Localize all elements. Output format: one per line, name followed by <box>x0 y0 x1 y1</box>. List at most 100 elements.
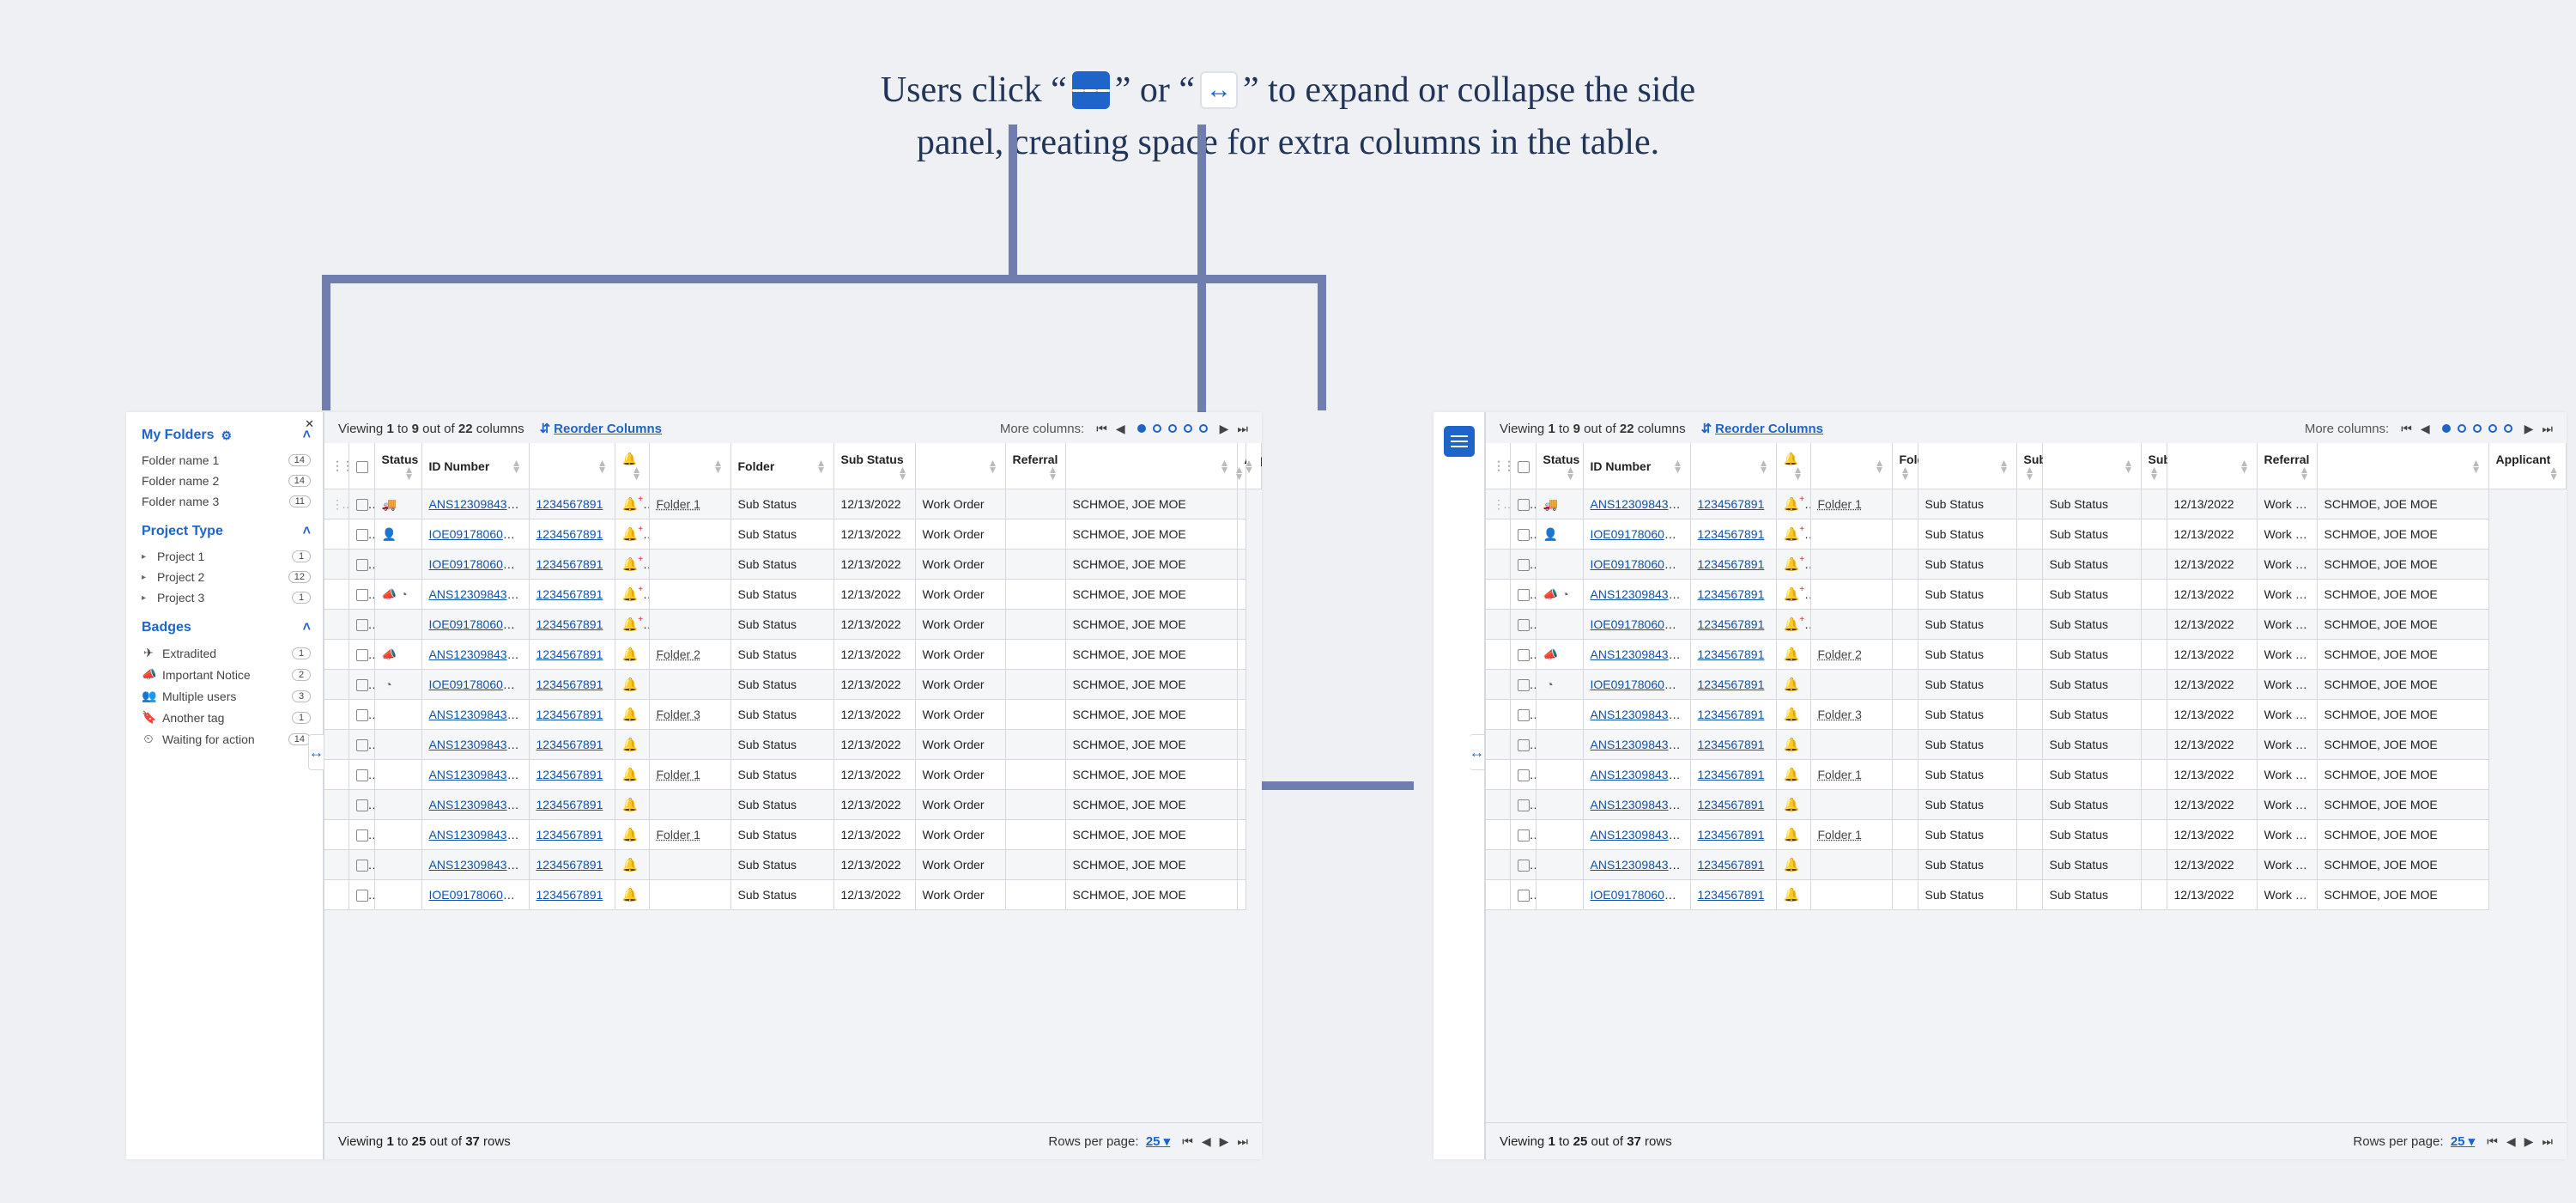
secondary-id-link[interactable]: 1234567891 <box>536 738 603 751</box>
secondary-id-link[interactable]: 1234567891 <box>536 527 603 541</box>
column-header[interactable]: Sub Status▲▼ <box>2141 443 2167 489</box>
secondary-id-link[interactable]: 1234567891 <box>1698 677 1765 691</box>
column-header[interactable]: ID Number▲▼ <box>421 443 529 489</box>
eye-icon[interactable]: 👁 <box>518 769 529 781</box>
column-header[interactable]: Referral▲▼ <box>2257 443 2317 489</box>
sort-icon[interactable]: ▲▼ <box>1244 459 1254 473</box>
select-all-checkbox[interactable] <box>1510 443 1536 489</box>
sort-icon[interactable]: ▲▼ <box>1759 459 1769 473</box>
folder-link[interactable]: Folder 3 <box>1818 708 1862 721</box>
sort-icon[interactable]: ▲▼ <box>597 459 608 473</box>
eye-icon[interactable]: 👁 <box>1680 708 1690 721</box>
id-number-link[interactable]: IOE091780605 <box>1591 527 1676 541</box>
sidebar-item[interactable]: ✈Extradited1 <box>142 642 311 664</box>
bell-icon[interactable]: 🔔 <box>622 827 639 842</box>
sidebar-item[interactable]: Folder name 311 <box>142 491 311 512</box>
row-checkbox[interactable] <box>356 829 368 841</box>
column-header[interactable]: 🔔▲▼ <box>615 443 649 489</box>
row-checkbox[interactable] <box>1518 769 1530 781</box>
id-number-link[interactable]: ANS123098432 <box>1591 587 1681 601</box>
eye-icon[interactable]: 👁 <box>518 498 529 511</box>
bell-icon[interactable]: 🔔 <box>1784 857 1800 872</box>
column-header[interactable]: Referral▲▼ <box>1005 443 1065 489</box>
secondary-id-link[interactable]: 1234567891 <box>536 617 603 631</box>
columns-pager-next[interactable]: ▶⏭ <box>2524 422 2553 436</box>
eye-icon[interactable]: 👁 <box>1680 859 1690 872</box>
id-number-link[interactable]: ANS123098432 <box>1591 738 1681 751</box>
eye-icon[interactable]: 👁 <box>1676 618 1690 631</box>
column-header[interactable]: ▲▼ <box>1246 443 1262 489</box>
column-header[interactable]: Folder▲▼ <box>730 443 833 489</box>
secondary-id-link[interactable]: 1234567891 <box>1698 858 1765 872</box>
sort-icon[interactable]: ▲▼ <box>2471 459 2482 473</box>
id-number-link[interactable]: IOE091780605 <box>429 527 515 541</box>
collapse-toggle[interactable]: ↔ <box>308 734 324 770</box>
id-number-link[interactable]: ANS123098432 <box>429 647 519 661</box>
bell-icon[interactable]: 🔔 <box>1784 767 1800 782</box>
row-checkbox[interactable] <box>1518 799 1530 811</box>
eye-icon[interactable]: 👁 <box>1680 738 1690 751</box>
row-checkbox[interactable] <box>356 559 368 571</box>
bell-header-icon[interactable]: 🔔 <box>1784 452 1798 465</box>
id-number-link[interactable]: IOE091780605 <box>429 888 515 902</box>
eye-icon[interactable]: 👁 <box>1676 678 1690 691</box>
secondary-id-link[interactable]: 1234567891 <box>536 828 603 841</box>
bell-icon[interactable]: 🔔+ <box>1784 617 1805 632</box>
eye-icon[interactable]: 👁 <box>518 829 529 841</box>
sidebar-item[interactable]: ▸Project 11 <box>142 546 311 567</box>
columns-pager[interactable]: ⏮◀ <box>1096 422 1124 436</box>
id-number-link[interactable]: ANS123098432 <box>1591 798 1681 811</box>
column-header[interactable]: ▲▼ <box>2317 443 2488 489</box>
sort-icon[interactable]: ▲▼ <box>1900 466 1911 480</box>
row-checkbox[interactable] <box>1518 860 1530 872</box>
columns-pager[interactable]: ⏮◀ <box>2401 422 2429 436</box>
sort-icon[interactable]: ▲▼ <box>1673 459 1683 473</box>
sidebar-item[interactable]: 📣Important Notice2 <box>142 664 311 685</box>
row-checkbox[interactable] <box>356 649 368 661</box>
chevron-up-icon[interactable]: ˄ <box>303 524 311 539</box>
secondary-id-link[interactable]: 1234567891 <box>536 647 603 661</box>
row-checkbox[interactable] <box>356 589 368 601</box>
eye-icon[interactable]: 👁 <box>515 678 529 691</box>
id-number-link[interactable]: ANS123098432 <box>1591 647 1681 661</box>
folder-link[interactable]: Folder 1 <box>657 768 700 781</box>
secondary-id-link[interactable]: 1234567891 <box>1698 647 1765 661</box>
id-number-link[interactable]: ANS123098432 <box>1591 858 1681 872</box>
id-number-link[interactable]: ANS123098432 <box>429 798 519 811</box>
sort-icon[interactable]: ▲▼ <box>1566 466 1576 480</box>
secondary-id-link[interactable]: 1234567891 <box>1698 587 1765 601</box>
secondary-id-link[interactable]: 1234567891 <box>536 798 603 811</box>
sort-icon[interactable]: ▲▼ <box>2025 466 2035 480</box>
reorder-columns-link[interactable]: Reorder Columns <box>1701 421 1823 436</box>
eye-icon[interactable]: 👁 <box>515 889 529 902</box>
id-number-link[interactable]: ANS123098432 <box>429 768 519 781</box>
sort-icon[interactable]: ▲▼ <box>816 459 827 473</box>
column-page-dots[interactable] <box>1137 424 1208 433</box>
bell-icon[interactable]: 🔔 <box>1784 707 1800 722</box>
secondary-id-link[interactable]: 1234567891 <box>1698 617 1765 631</box>
row-checkbox[interactable] <box>1518 739 1530 751</box>
bell-icon[interactable]: 🔔 <box>1784 737 1800 752</box>
secondary-id-link[interactable]: 1234567891 <box>536 768 603 781</box>
row-checkbox[interactable] <box>356 799 368 811</box>
bell-icon[interactable]: 🔔 <box>622 737 639 752</box>
sidebar-item[interactable]: ▸Project 212 <box>142 567 311 587</box>
bell-icon[interactable]: 🔔+ <box>622 586 644 602</box>
id-number-link[interactable]: IOE091780605 <box>1591 677 1676 691</box>
bell-icon[interactable]: 🔔 <box>622 767 639 782</box>
column-header[interactable]: ▲▼ <box>915 443 1005 489</box>
row-checkbox[interactable] <box>356 769 368 781</box>
bell-icon[interactable]: 🔔+ <box>622 617 644 632</box>
secondary-id-link[interactable]: 1234567891 <box>536 677 603 691</box>
id-number-link[interactable]: IOE091780605 <box>429 677 515 691</box>
chevron-up-icon[interactable]: ˄ <box>303 620 311 635</box>
bell-icon[interactable]: 🔔+ <box>622 526 644 542</box>
row-checkbox[interactable] <box>1518 589 1530 601</box>
drag-handle-icon[interactable] <box>331 497 349 511</box>
id-number-link[interactable]: IOE091780605 <box>429 557 515 571</box>
id-number-link[interactable]: ANS123098432 <box>429 858 519 872</box>
secondary-id-link[interactable]: 1234567891 <box>1698 888 1765 902</box>
select-all-checkbox[interactable] <box>349 443 374 489</box>
eye-icon[interactable]: 👁 <box>1680 829 1690 841</box>
eye-icon[interactable]: 👁 <box>1676 889 1690 902</box>
